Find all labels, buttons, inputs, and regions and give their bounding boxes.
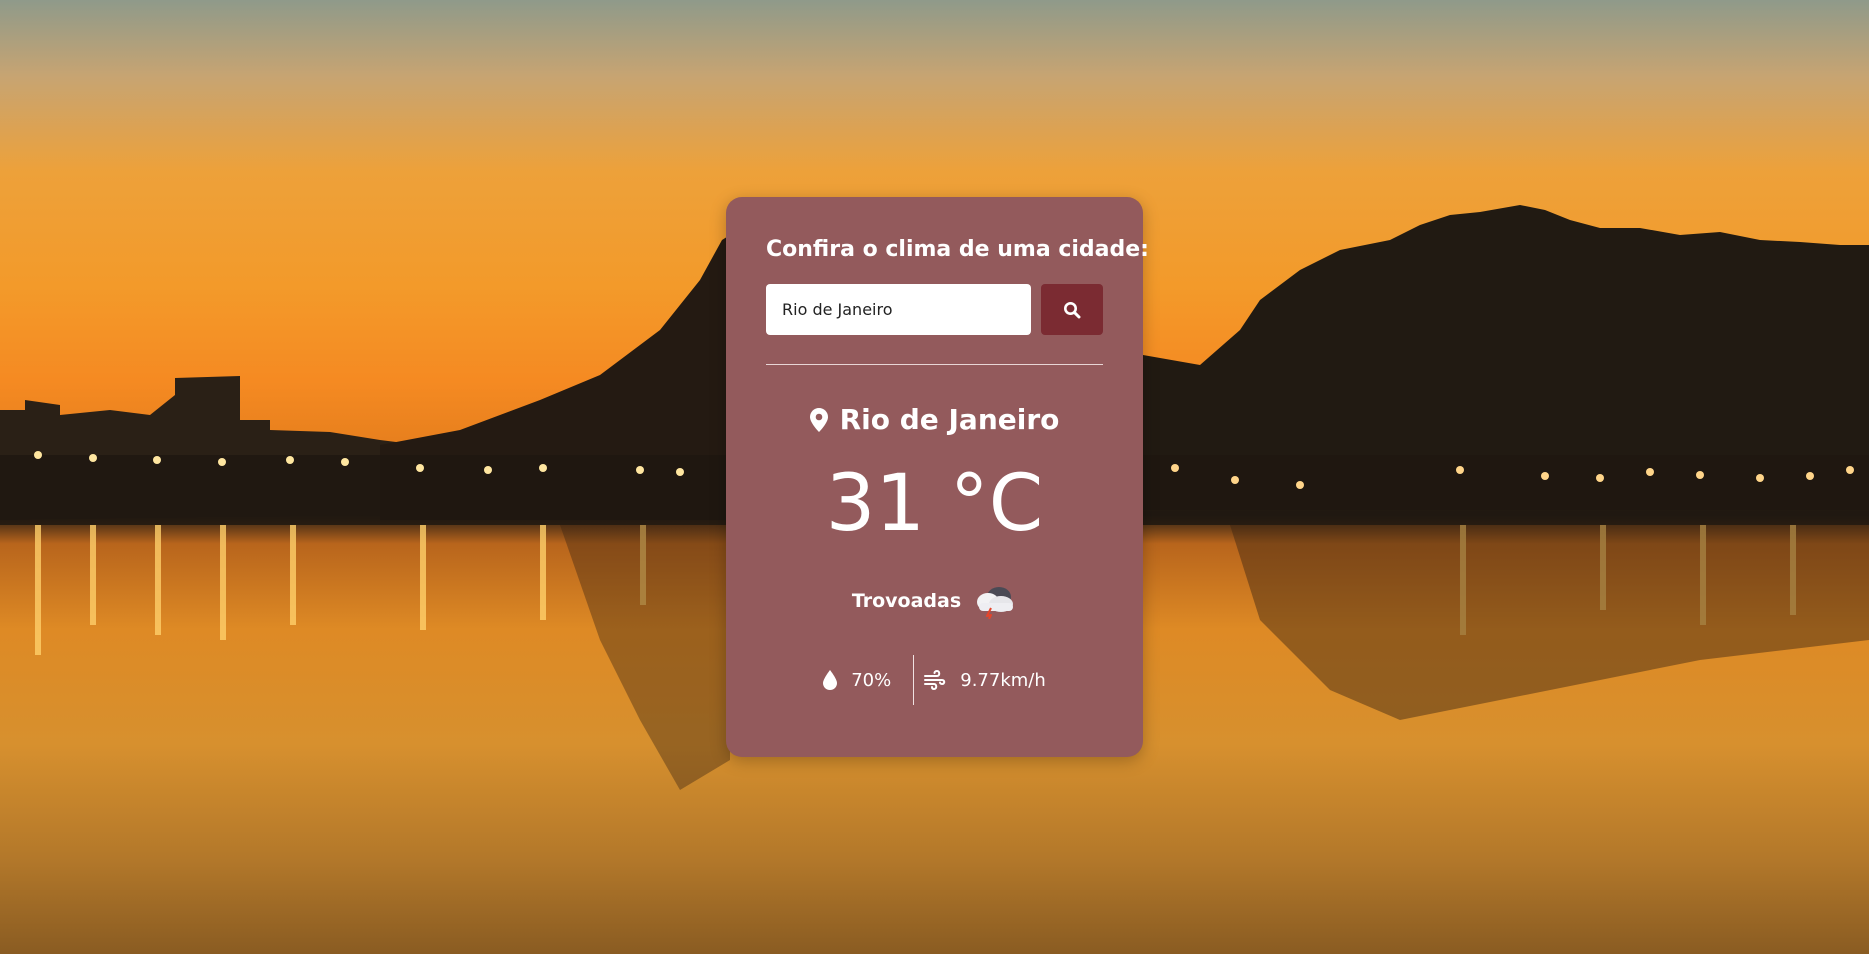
water-drop-icon	[823, 670, 838, 690]
temperature-display: 31 °C	[726, 465, 1143, 543]
card-title: Confira o clima de uma cidade:	[766, 237, 1149, 262]
search-button[interactable]	[1041, 284, 1103, 335]
weather-card: Confira o clima de uma cidade: Rio de Ja…	[726, 197, 1149, 757]
wind-icon	[924, 670, 946, 690]
map-pin-icon	[809, 407, 828, 432]
temperature-value: 31	[825, 459, 925, 549]
thunderstorm-cloud-icon	[971, 583, 1017, 619]
temperature-unit: °C	[949, 459, 1044, 549]
humidity-value: 70%	[851, 669, 892, 691]
city-name: Rio de Janeiro	[839, 403, 1060, 436]
search-icon	[1063, 301, 1081, 319]
description-row: Trovoadas	[726, 583, 1143, 619]
weather-description: Trovoadas	[851, 590, 962, 612]
divider	[766, 364, 1103, 365]
wind-value: 9.77km/h	[960, 669, 1046, 691]
wind-detail: 9.77km/h	[914, 670, 1046, 691]
city-search-input[interactable]	[766, 284, 1031, 335]
location-row: Rio de Janeiro	[726, 403, 1143, 436]
details-row: 70% 9.77km/h	[726, 655, 1143, 705]
humidity-detail: 70%	[823, 670, 913, 691]
